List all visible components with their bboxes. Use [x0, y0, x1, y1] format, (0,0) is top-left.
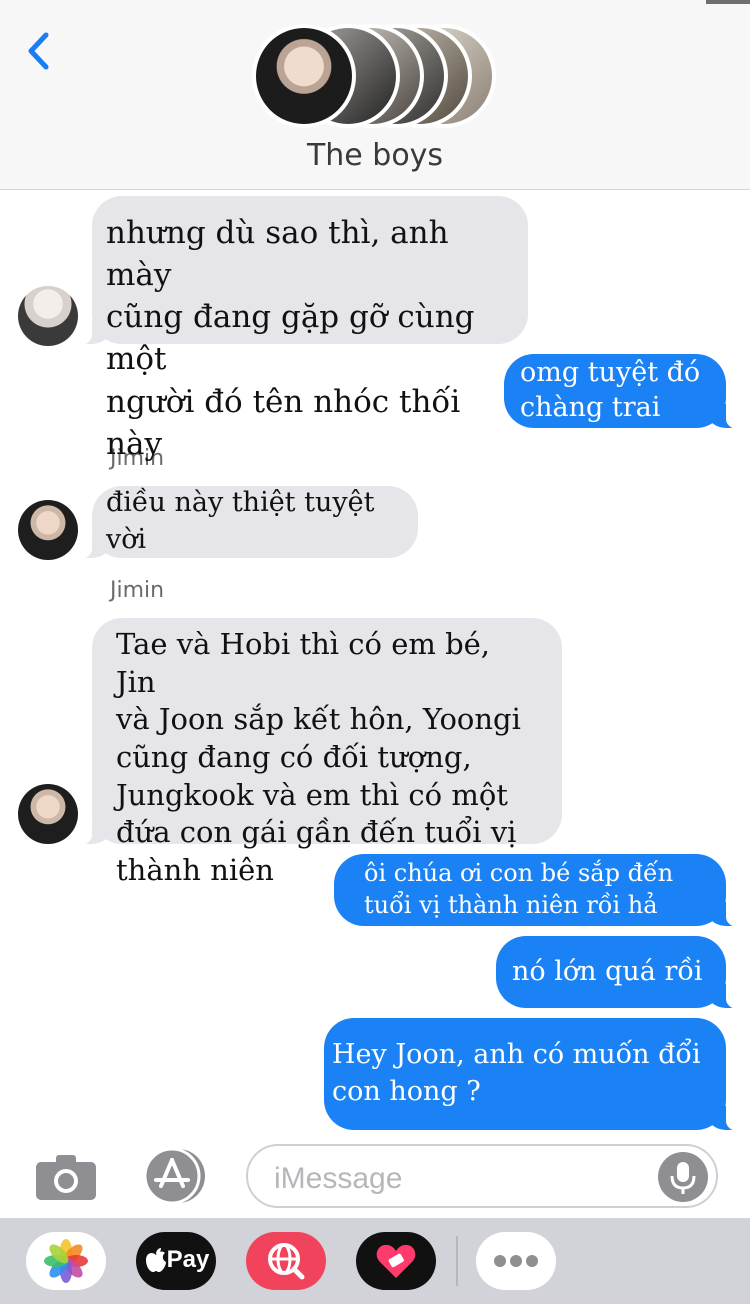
compose-bar: iMessage — [0, 1140, 750, 1218]
sender-avatar[interactable] — [18, 500, 78, 560]
microphone-icon[interactable] — [658, 1152, 708, 1202]
message-text: omg tuyệt đó chàng trai — [520, 357, 701, 423]
conversation-header: The boys — [0, 0, 750, 190]
more-icon — [494, 1255, 538, 1267]
sender-avatar[interactable] — [18, 784, 78, 844]
status-bar-fragment — [706, 0, 750, 4]
imessage-input[interactable]: iMessage — [246, 1144, 718, 1208]
message-text: Tae và Hobi thì có em bé, Jin và Joon sắ… — [116, 627, 521, 888]
image-search-button[interactable] — [246, 1232, 326, 1290]
group-member-avatar — [252, 24, 356, 128]
digital-touch-button[interactable] — [356, 1232, 436, 1290]
incoming-message[interactable]: điều này thiệt tuyệt vời — [74, 486, 418, 559]
group-avatar-stack[interactable] — [252, 24, 502, 128]
outgoing-message[interactable]: omg tuyệt đó chàng trai — [504, 354, 744, 429]
input-placeholder: iMessage — [274, 1162, 403, 1195]
apple-pay-button[interactable]: Pay — [136, 1232, 216, 1290]
message-list: nhưng dù sao thì, anh mày cũng đang gặp … — [0, 190, 750, 1140]
outgoing-message[interactable]: nó lớn quá rồi — [496, 936, 744, 1009]
app-drawer: Pay — [0, 1218, 750, 1304]
apple-pay-label: Pay — [166, 1246, 210, 1273]
heart-icon — [376, 1244, 416, 1278]
message-text: nó lớn quá rồi — [512, 955, 703, 987]
globe-search-icon — [268, 1243, 305, 1280]
more-apps-button[interactable] — [476, 1232, 556, 1290]
sender-name: Jimin — [110, 578, 165, 603]
incoming-message[interactable]: Tae và Hobi thì có em bé, Jin và Joon sắ… — [74, 618, 562, 887]
message-text: Hey Joon, anh có muốn đổi con hong ? — [332, 1039, 701, 1107]
message-text: ôi chúa ơi con bé sắp đến tuổi vị thành … — [364, 859, 674, 919]
sender-avatar[interactable] — [18, 286, 78, 346]
photos-icon — [44, 1239, 88, 1283]
back-chevron-icon[interactable] — [24, 30, 58, 72]
message-text: nhưng dù sao thì, anh mày cũng đang gặp … — [106, 215, 475, 462]
outgoing-message[interactable]: ôi chúa ơi con bé sắp đến tuổi vị thành … — [334, 854, 744, 927]
app-store-icon[interactable] — [140, 1148, 212, 1204]
message-text: điều này thiệt tuyệt vời — [106, 487, 375, 555]
camera-icon[interactable] — [34, 1152, 98, 1202]
outgoing-message[interactable]: Hey Joon, anh có muốn đổi con hong ? — [324, 1018, 744, 1131]
photos-app-button[interactable] — [26, 1232, 106, 1290]
drawer-divider — [456, 1236, 458, 1286]
incoming-message[interactable]: nhưng dù sao thì, anh mày cũng đang gặp … — [74, 196, 528, 462]
conversation-title[interactable]: The boys — [0, 138, 750, 173]
